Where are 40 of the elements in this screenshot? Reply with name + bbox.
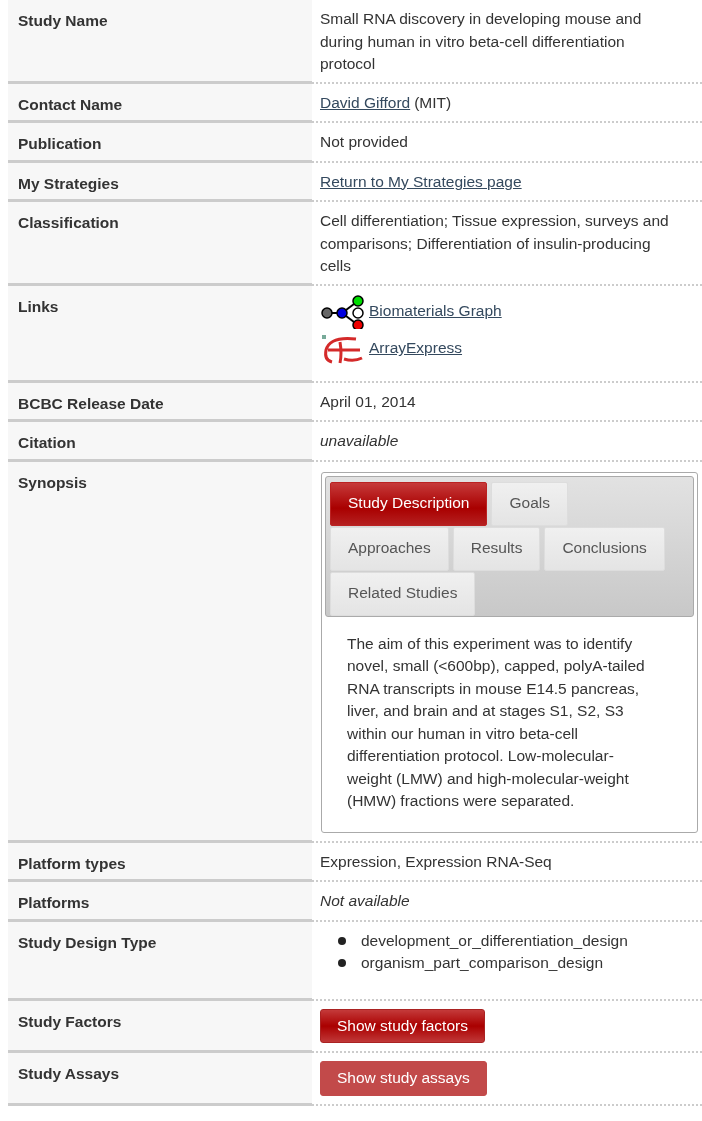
synopsis-tab[interactable]: Conclusions [544,526,665,571]
design-type-item: organism_part_comparison_design [361,953,604,973]
row-label: Classification [8,202,312,286]
row-label: My Strategies [8,162,312,202]
show-button[interactable]: Show study assays [320,1061,487,1096]
design-type-item: development_or_differentiation_design [361,930,628,951]
row-label: Study Assays [8,1053,312,1106]
field-value: Not provided [320,133,408,150]
affiliation-text: (MIT) [414,93,452,111]
row-label: Links [8,285,312,383]
row-label: Contact Name [8,83,312,123]
node-graph-icon [320,294,366,329]
external-link[interactable]: ArrayExpress [369,337,463,360]
row-label: Publication [8,123,312,163]
synopsis-tab[interactable]: Goals [491,481,568,526]
field-value: Not available [320,892,410,909]
row-label: Platforms [8,882,312,922]
row-label: Platform types [8,842,312,882]
show-button[interactable]: Show study factors [320,1008,485,1043]
row-label: Synopsis [8,461,312,843]
field-value: unavailable [320,432,399,449]
row-label: Study Factors [8,1000,312,1053]
study-description: The aim of this experiment was to identify novel, small (<600bp), capped, polyA-tailed RNA transcripts in mouse E14.5 pancreas, liver, and brain and at stages S1, S2, S3 within our human in vitro beta-cell differentiation protocol. Low-molecular-weight (LMW) and high-molecular-weight (HMW) fractions were separated. [347,633,646,811]
row-label: BCBC Release Date [8,382,312,422]
field-value: Cell differentiation; Tissue expression, surveys and comparisons; Differentiation of insulin-producing cells [320,212,669,274]
field-value: Small RNA discovery in developing mouse and during human in vitro beta-cell differentiation protocol [320,10,642,72]
row-label: Citation [8,422,312,462]
bullet-icon [338,936,346,945]
field-value: Expression, Expression RNA-Seq [320,852,552,870]
synopsis-tab[interactable]: Related Studies [330,571,476,616]
synopsis-tab[interactable]: Approaches [330,526,449,571]
synopsis-tab[interactable]: Study Description [330,481,488,526]
synopsis-tab[interactable]: Results [452,526,541,571]
row-label: Study Name [8,0,312,84]
strategies-link[interactable]: Return to My Strategies page [320,172,522,190]
contact-link[interactable]: David Gifford [320,93,411,111]
field-value: April 01, 2014 [320,392,416,410]
external-link[interactable]: Biomaterials Graph [369,300,502,323]
bullet-icon [338,959,346,968]
row-label: Study Design Type [8,921,312,1001]
